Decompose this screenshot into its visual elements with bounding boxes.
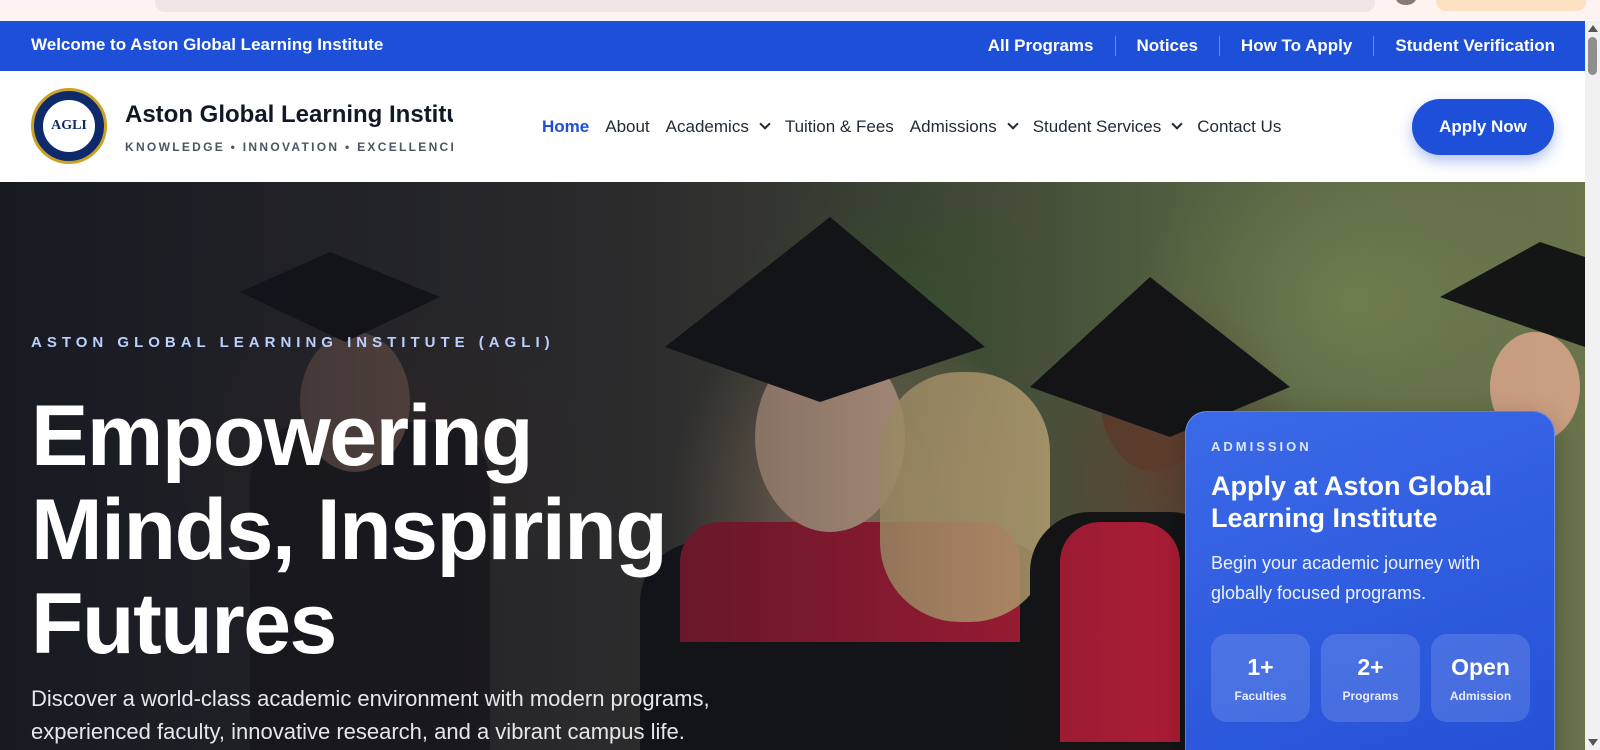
card-stats: 1+ Faculties 2+ Programs Open Admission [1211,634,1530,722]
top-link-how-to-apply[interactable]: How To Apply [1218,36,1373,56]
card-title: Apply at Aston Global Learning Institute [1211,471,1493,533]
nav-item-contact-us[interactable]: Contact Us [1197,117,1281,137]
top-link-student-verification[interactable]: Student Verification [1373,36,1555,56]
brand-name: Aston Global Learning Institute [125,101,453,128]
nav-label: Contact Us [1197,116,1282,136]
nav-label: Student Services [1032,116,1162,136]
browser-action-pill[interactable] [1436,0,1586,11]
nav-item-academics[interactable]: Academics [665,116,771,137]
nav-item-tuition-fees[interactable]: Tuition & Fees [785,117,894,137]
site-header: AGLI Aston Global Learning Institute KNO… [0,71,1585,182]
nav-item-admissions[interactable]: Admissions [909,116,1019,137]
top-link-notices[interactable]: Notices [1114,36,1219,56]
stat-label: Programs [1342,688,1399,703]
stat-faculties: 1+ Faculties [1211,634,1310,722]
stat-admission: Open Admission [1431,634,1530,722]
page-scrollbar[interactable] [1585,21,1600,750]
hero-eyebrow: ASTON GLOBAL LEARNING INSTITUTE (AGLI) [31,334,555,351]
brand[interactable]: Aston Global Learning Institute KNOWLEDG… [125,101,453,154]
stat-value: 1+ [1247,653,1274,680]
address-bar[interactable] [155,0,1375,12]
top-link-all-programs[interactable]: All Programs [967,36,1115,56]
nav-label: Admissions [909,116,997,136]
nav-item-about[interactable]: About [605,117,649,137]
top-bar: Welcome to Aston Global Learning Institu… [0,21,1585,71]
scroll-up-arrow-icon[interactable] [1588,25,1598,32]
stat-value: Open [1451,653,1510,680]
scroll-thumb[interactable] [1588,37,1597,75]
nav-item-home[interactable]: Home [542,117,589,137]
logo-emblem: AGLI [41,98,97,154]
stat-label: Admission [1449,688,1512,703]
card-description: Begin your academic journey with globall… [1211,553,1481,603]
chevron-down-icon [1007,118,1019,130]
card-kicker: ADMISSION [1211,439,1312,454]
chevron-down-icon [759,118,771,130]
welcome-text: Welcome to Aston Global Learning Institu… [31,35,384,54]
scroll-down-arrow-icon[interactable] [1588,739,1598,746]
institute-logo[interactable]: AGLI [31,88,107,164]
apply-now-button[interactable]: Apply Now [1412,99,1554,155]
chevron-down-icon [1171,118,1183,130]
admission-card: ADMISSION Apply at Aston Global Learning… [1185,411,1555,750]
hero-section: ASTON GLOBAL LEARNING INSTITUTE (AGLI) E… [0,182,1585,750]
stat-programs: 2+ Programs [1321,634,1420,722]
nav-label: Home [542,116,590,136]
nav-item-student-services[interactable]: Student Services [1032,116,1183,137]
hero-subtext: Discover a world-class academic environm… [31,686,710,744]
stat-label: Faculties [1234,688,1287,703]
top-links: All Programs Notices How To Apply Studen… [967,21,1555,71]
nav-label: Tuition & Fees [784,116,894,136]
stat-value: 2+ [1357,653,1384,680]
hero-headline: Empowering Minds, Inspiring Futures [31,388,668,672]
profile-avatar[interactable] [1396,0,1416,5]
brand-tagline: KNOWLEDGE • INNOVATION • EXCELLENCE [125,140,453,154]
nav-label: Academics [665,116,749,136]
nav-label: About [605,116,650,136]
main-nav: Home About Academics Tuition & Fees Admi… [542,71,1281,182]
browser-chrome [0,0,1600,21]
